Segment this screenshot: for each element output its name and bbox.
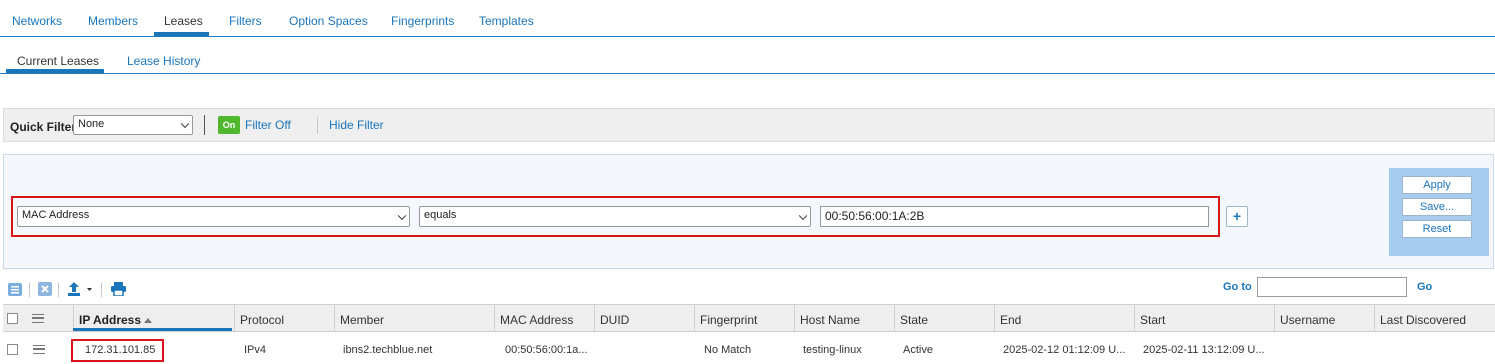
row-menu-icon[interactable] bbox=[33, 345, 45, 354]
filter-panel: MAC Address equals 00:50:56:00:1A:2B + A… bbox=[3, 154, 1494, 269]
cell-protocol: IPv4 bbox=[244, 344, 267, 356]
quick-filter-value: None bbox=[78, 118, 105, 130]
cell-start: 2025-02-11 13:12:09 U... bbox=[1143, 344, 1265, 356]
apply-button[interactable]: Apply bbox=[1402, 176, 1472, 194]
tab-fingerprints[interactable]: Fingerprints bbox=[391, 14, 454, 28]
hide-filter-link[interactable]: Hide Filter bbox=[329, 118, 384, 132]
goto-input[interactable] bbox=[1257, 277, 1407, 297]
column-host-name[interactable]: Host Name bbox=[794, 305, 894, 332]
column-menu-icon[interactable] bbox=[32, 314, 44, 323]
cell-fingerprint: No Match bbox=[704, 344, 752, 356]
sorted-column-indicator bbox=[73, 328, 232, 331]
filter-off-link[interactable]: Filter Off bbox=[245, 118, 291, 132]
chevron-down-icon bbox=[397, 211, 407, 220]
divider bbox=[101, 283, 102, 297]
filter-field-value: MAC Address bbox=[22, 209, 90, 221]
column-state[interactable]: State bbox=[894, 305, 994, 332]
chevron-down-icon bbox=[798, 211, 808, 220]
filter-operator-select[interactable]: equals bbox=[419, 206, 811, 227]
divider bbox=[58, 283, 59, 297]
active-tab-indicator bbox=[154, 32, 209, 36]
lease-subtabs: Current Leases Lease History bbox=[0, 37, 1495, 74]
go-button[interactable]: Go bbox=[1417, 281, 1432, 293]
save-button[interactable]: Save... bbox=[1402, 198, 1472, 216]
cell-host-name: testing-linux bbox=[803, 344, 862, 356]
tab-leases[interactable]: Leases bbox=[164, 14, 203, 28]
cell-state: Active bbox=[903, 344, 933, 356]
active-subtab-indicator bbox=[6, 69, 104, 73]
divider bbox=[204, 115, 205, 135]
quick-filter-select[interactable]: None bbox=[73, 115, 193, 135]
column-fingerprint[interactable]: Fingerprint bbox=[694, 305, 794, 332]
column-end[interactable]: End bbox=[994, 305, 1134, 332]
column-username[interactable]: Username bbox=[1274, 305, 1374, 332]
column-start[interactable]: Start bbox=[1134, 305, 1274, 332]
reset-button[interactable]: Reset bbox=[1402, 220, 1472, 238]
cell-mac-address: 00:50:56:00:1a... bbox=[505, 344, 588, 356]
chevron-down-icon bbox=[180, 119, 190, 129]
print-icon[interactable] bbox=[111, 282, 126, 297]
main-tabs: Networks Members Leases Filters Option S… bbox=[0, 0, 1495, 37]
cell-end: 2025-02-12 01:12:09 U... bbox=[1003, 344, 1126, 356]
tab-current-leases[interactable]: Current Leases bbox=[17, 54, 99, 68]
tab-option-spaces[interactable]: Option Spaces bbox=[289, 14, 368, 28]
add-rule-button[interactable]: + bbox=[1226, 206, 1248, 227]
export-icon[interactable] bbox=[67, 281, 95, 297]
tab-templates[interactable]: Templates bbox=[479, 14, 534, 28]
list-view-icon[interactable] bbox=[8, 283, 22, 296]
cell-member: ibns2.techblue.net bbox=[343, 344, 433, 356]
tab-members[interactable]: Members bbox=[88, 14, 138, 28]
column-last-discovered[interactable]: Last Discovered bbox=[1374, 305, 1495, 332]
quick-filter-bar: Quick Filter None On Filter Off Hide Fil… bbox=[3, 108, 1495, 142]
row-checkbox[interactable] bbox=[7, 344, 18, 355]
filter-operator-value: equals bbox=[424, 209, 457, 221]
column-mac-address[interactable]: MAC Address bbox=[494, 305, 594, 332]
column-protocol[interactable]: Protocol bbox=[234, 305, 334, 332]
table-row[interactable]: 172.31.101.85 IPv4 ibns2.techblue.net 00… bbox=[3, 333, 1495, 364]
goto-label: Go to bbox=[1223, 281, 1252, 293]
quick-filter-label: Quick Filter bbox=[10, 120, 77, 134]
column-duid[interactable]: DUID bbox=[594, 305, 694, 332]
tab-lease-history[interactable]: Lease History bbox=[127, 54, 200, 68]
tab-networks[interactable]: Networks bbox=[12, 14, 62, 28]
filter-on-toggle[interactable]: On bbox=[218, 116, 240, 134]
divider bbox=[317, 117, 318, 134]
filter-field-select[interactable]: MAC Address bbox=[17, 206, 410, 227]
tab-filters[interactable]: Filters bbox=[229, 14, 262, 28]
sort-ascending-icon bbox=[144, 318, 153, 323]
column-member[interactable]: Member bbox=[334, 305, 494, 332]
cell-ip-address[interactable]: 172.31.101.85 bbox=[85, 344, 155, 356]
filter-value-input[interactable]: 00:50:56:00:1A:2B bbox=[820, 206, 1209, 227]
filter-actions-panel: Apply Save... Reset bbox=[1389, 168, 1489, 256]
select-all-checkbox[interactable] bbox=[7, 313, 18, 324]
divider bbox=[29, 283, 30, 297]
delete-icon[interactable] bbox=[38, 282, 52, 296]
